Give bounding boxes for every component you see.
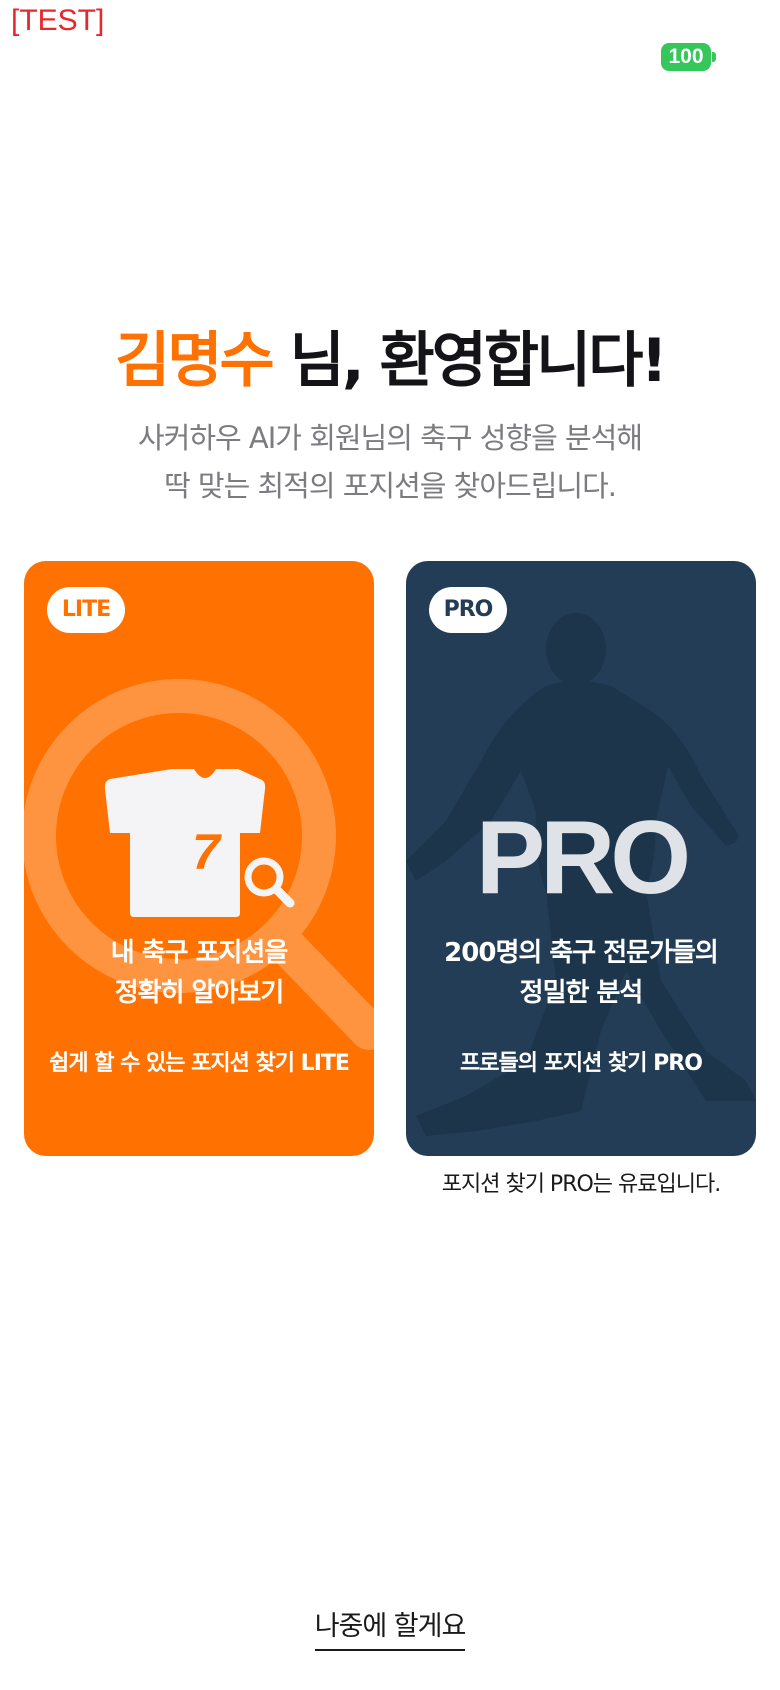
welcome-subtitle: 사커하우 AI가 회원님의 축구 성향을 분석해 딱 맞는 최적의 포지션을 찾… xyxy=(0,414,780,510)
user-name: 김명수 xyxy=(115,326,275,396)
lite-headline: 내 축구 포지션을 정확히 알아보기 xyxy=(24,933,374,1013)
pro-paid-notice: 포지션 찾기 PRO는 유료입니다. xyxy=(441,1172,721,1197)
welcome-title: 김명수 님, 환영합니다! xyxy=(0,312,780,399)
lite-headline-line-1: 내 축구 포지션을 xyxy=(110,938,289,968)
pro-headline: 200명의 축구 전문가들의 정밀한 분석 xyxy=(406,933,756,1013)
lite-headline-line-2: 정확히 알아보기 xyxy=(114,978,285,1008)
jersey-icon xyxy=(104,769,266,917)
pro-position-card[interactable]: PRO PRO 200명의 축구 전문가들의 정밀한 분석 프로들의 포지션 찾… xyxy=(406,561,756,1156)
lite-badge: LITE xyxy=(47,587,125,633)
pro-subtitle: 프로들의 포지션 찾기 PRO xyxy=(460,1051,703,1076)
skip-for-later-link[interactable]: 나중에 할게요 xyxy=(314,1604,466,1651)
pro-headline-line-1: 200명의 축구 전문가들의 xyxy=(444,938,719,968)
lite-subtitle: 쉽게 할 수 있는 포지션 찾기 LITE xyxy=(49,1051,350,1076)
welcome-subtitle-line-2: 딱 맞는 최적의 포지션을 찾아드립니다. xyxy=(164,469,617,503)
pro-badge: PRO xyxy=(429,587,507,633)
later-link-container: 나중에 할게요 xyxy=(0,1604,780,1651)
pro-big-label: PRO xyxy=(475,800,691,916)
jersey-number: 7 xyxy=(192,824,220,880)
battery-tip xyxy=(712,52,716,62)
lite-position-card[interactable]: 7 LITE 내 축구 포지션을 정확히 알아보기 쉽게 할 수 있는 포지션 … xyxy=(24,561,374,1156)
battery-indicator: 100 xyxy=(661,43,711,71)
test-environment-label: [TEST] xyxy=(11,4,105,37)
welcome-subtitle-line-1: 사커하우 AI가 회원님의 축구 성향을 분석해 xyxy=(137,421,643,455)
welcome-title-suffix: 님, 환영합니다! xyxy=(271,326,668,396)
pro-headline-line-2: 정밀한 분석 xyxy=(519,978,644,1008)
